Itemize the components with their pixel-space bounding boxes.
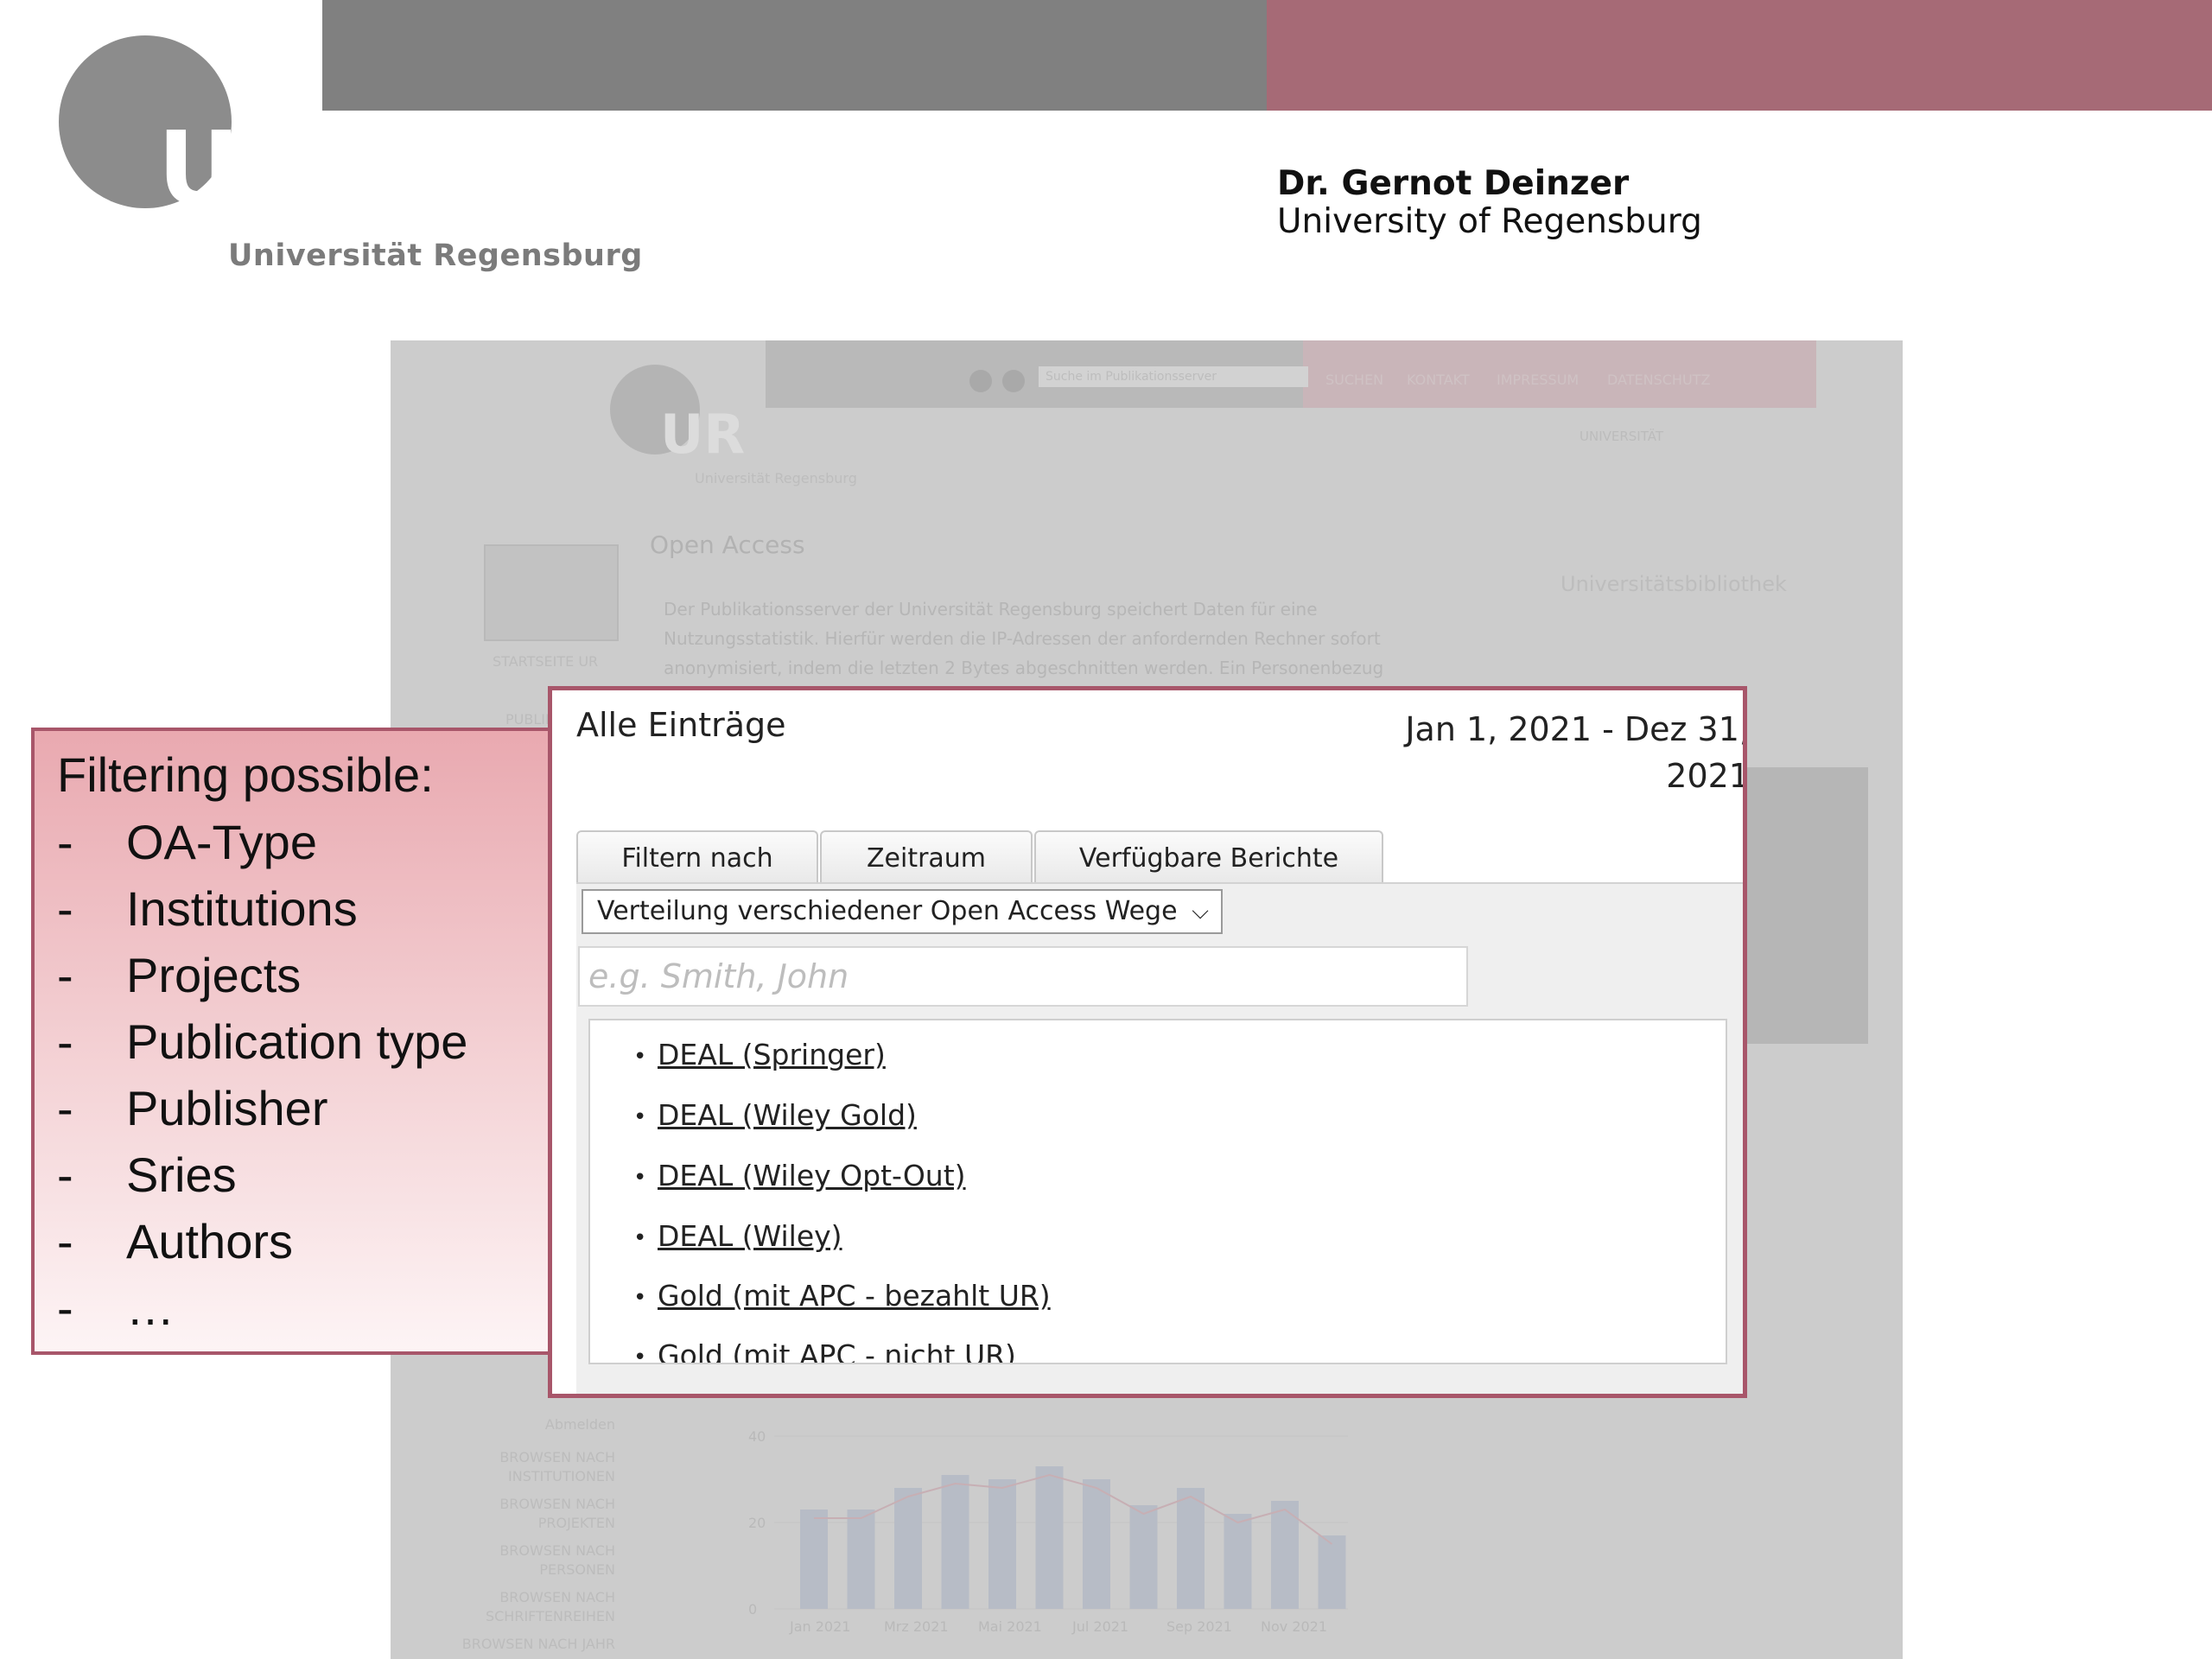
- chart-bar: [1035, 1466, 1064, 1609]
- list-item-link[interactable]: Gold (mit APC - nicht UR): [658, 1338, 1016, 1363]
- chart-xtick-label: Jan 2021: [789, 1618, 850, 1635]
- callout-item: - Sries: [57, 1147, 237, 1202]
- callout-item: -…: [57, 1281, 175, 1335]
- chart-xtick-label: Jul 2021: [1071, 1618, 1128, 1635]
- list-item-link[interactable]: Gold (mit APC - bezahlt UR): [658, 1279, 1051, 1313]
- chart-bar: [1177, 1488, 1205, 1609]
- list-item-link[interactable]: DEAL (Wiley): [658, 1219, 842, 1253]
- header-bar-red: [1267, 0, 2212, 111]
- callout-item: - Publisher: [57, 1081, 328, 1135]
- select-value: Verteilung verschiedener Open Access Weg…: [597, 896, 1178, 926]
- chart-ytick-label: 0: [748, 1601, 757, 1618]
- chart-xtick-label: Mrz 2021: [884, 1618, 949, 1635]
- filtering-callout: Filtering possible: - OA-Type - Institutio…: [31, 728, 551, 1355]
- chart-bar: [988, 1479, 1016, 1609]
- chart-xtick-label: Nov 2021: [1261, 1618, 1327, 1635]
- tab-zeitraum[interactable]: Zeitraum: [820, 830, 1033, 882]
- logo-letter-u: UR: [157, 109, 313, 221]
- author-name: Dr. Gernot Deinzer: [1277, 164, 1630, 203]
- report-type-select[interactable]: Verteilung verschiedener Open Access Weg…: [582, 889, 1223, 934]
- header-bar-gray: [322, 0, 1267, 111]
- tab-filtern-nach[interactable]: Filtern nach: [576, 830, 818, 882]
- list-item[interactable]: • DEAL (Wiley Gold): [633, 1098, 917, 1132]
- callout-title: Filtering possible:: [57, 747, 434, 802]
- university-logo: UR: [59, 35, 313, 221]
- list-item-link[interactable]: DEAL (Wiley Gold): [658, 1098, 917, 1132]
- list-item[interactable]: • DEAL (Springer): [633, 1038, 886, 1071]
- list-item[interactable]: • DEAL (Wiley): [633, 1219, 842, 1253]
- filter-options-list[interactable]: • DEAL (Springer) • DEAL (Wiley Gold) • DEA…: [588, 1019, 1727, 1364]
- chart-bar: [1224, 1514, 1252, 1609]
- list-item[interactable]: • DEAL (Wiley Opt-Out): [633, 1159, 966, 1192]
- chart-bar: [894, 1488, 922, 1609]
- chart-bar: [1083, 1479, 1110, 1609]
- university-name: Universität Regensburg: [228, 238, 643, 273]
- tab-panel: Verteilung verschiedener Open Access Weg…: [576, 882, 1743, 1394]
- chart-trend-line: [814, 1473, 1333, 1545]
- list-item[interactable]: • Gold (mit APC - bezahlt UR): [633, 1279, 1051, 1313]
- modal-title: Alle Einträge: [576, 706, 786, 744]
- list-item[interactable]: • Gold (mit APC - nicht UR): [633, 1338, 1016, 1363]
- chart-bar: [1318, 1535, 1346, 1609]
- chart-xtick-label: Sep 2021: [1166, 1618, 1232, 1635]
- callout-item: - Projects: [57, 948, 302, 1002]
- list-item-link[interactable]: DEAL (Springer): [658, 1038, 886, 1071]
- author-affiliation: University of Regensburg: [1277, 202, 1702, 241]
- callout-item: - OA-Type: [57, 815, 317, 869]
- list-item-link[interactable]: DEAL (Wiley Opt-Out): [658, 1159, 966, 1192]
- filter-modal: Alle Einträge Jan 1, 2021 - Dez 31, 2021…: [548, 686, 1747, 1398]
- callout-item: - Publication type: [57, 1014, 468, 1069]
- chevron-down-icon: ⌵: [1192, 899, 1209, 925]
- chart-bar: [800, 1510, 828, 1609]
- callout-item: - Institutions: [57, 881, 358, 936]
- chart-bar: [941, 1475, 969, 1609]
- date-range: Jan 1, 2021 - Dez 31, 2021: [1405, 710, 1747, 795]
- chart-ytick-label: 20: [748, 1515, 766, 1531]
- chart-xtick-label: Mai 2021: [978, 1618, 1042, 1635]
- tab-verfuegbare-berichte[interactable]: Verfügbare Berichte: [1034, 830, 1383, 882]
- chart-bar: [847, 1510, 875, 1609]
- callout-item: - Authors: [57, 1214, 293, 1268]
- chart-ytick-label: 40: [748, 1428, 766, 1445]
- chart-bar: [1129, 1505, 1158, 1609]
- author-search-input[interactable]: e.g. Smith, John: [578, 946, 1468, 1007]
